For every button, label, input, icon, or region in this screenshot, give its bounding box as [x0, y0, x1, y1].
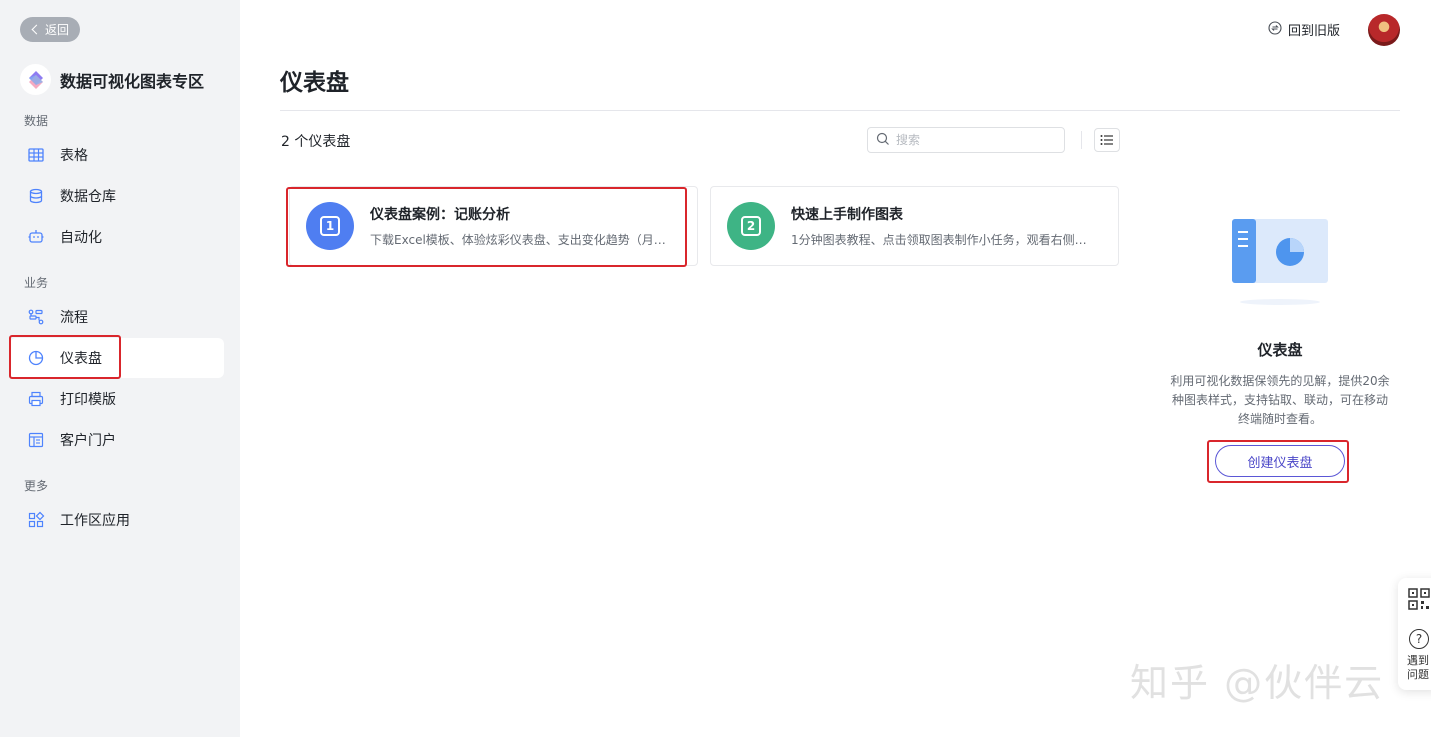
card-title: 仪表盘案例：记账分析	[370, 207, 510, 223]
create-dashboard-button[interactable]: 创建仪表盘	[1215, 445, 1345, 477]
app-logo-icon	[20, 64, 51, 95]
dashboard-icon	[26, 348, 46, 368]
card-number-badge: 1	[306, 202, 354, 250]
sidebar-item-label: 自动化	[60, 230, 102, 246]
search-box[interactable]	[867, 127, 1065, 153]
list-icon	[1100, 131, 1114, 150]
card-number: 2	[741, 216, 761, 236]
back-button[interactable]: 返回	[20, 17, 80, 42]
back-label: 返回	[44, 23, 69, 37]
card-number-badge: 2	[727, 202, 775, 250]
app-header: 数据可视化图表专区	[20, 64, 204, 95]
toolbar-separator	[1081, 131, 1082, 149]
printer-icon	[26, 389, 46, 409]
sidebar-item-label: 工作区应用	[60, 513, 130, 529]
dashboard-card[interactable]: 2 快速上手制作图表 1分钟图表教程、点击领取图表制作小任务，观看右侧教...	[710, 186, 1119, 266]
sidebar-item-label: 数据仓库	[60, 189, 116, 205]
sidebar-item-label: 仪表盘	[60, 351, 102, 367]
sidebar-item-print-template[interactable]: 打印模版	[10, 379, 224, 419]
sidebar-item-label: 客户门户	[60, 433, 116, 449]
section-label-data: 数据	[24, 114, 49, 128]
help-icon[interactable]: ?	[1409, 629, 1429, 649]
dashboard-card[interactable]: 1 仪表盘案例：记账分析 下载Excel模板、体验炫彩仪表盘、支出变化趋势（月）…	[289, 186, 698, 266]
app-title: 数据可视化图表专区	[60, 71, 205, 91]
user-avatar[interactable]	[1368, 14, 1400, 46]
workflow-icon	[26, 307, 46, 327]
sidebar-item-table[interactable]: 表格	[10, 135, 224, 175]
apps-grid-icon	[26, 510, 46, 530]
search-input[interactable]	[896, 133, 1056, 147]
table-icon	[26, 145, 46, 165]
watermark: 知乎 @伙伴云	[1130, 661, 1385, 705]
floating-help-bar: ? 遇到问题	[1398, 578, 1431, 690]
section-label-business: 业务	[24, 276, 49, 290]
chevron-left-icon	[31, 24, 42, 35]
page-title: 仪表盘	[280, 70, 349, 96]
section-label-more: 更多	[24, 479, 49, 493]
database-icon	[26, 186, 46, 206]
card-desc: 1分钟图表教程、点击领取图表制作小任务，观看右侧教...	[791, 233, 1096, 247]
qr-code-icon[interactable]	[1408, 588, 1430, 610]
back-to-old-version-link[interactable]: 回到旧版	[1268, 20, 1340, 39]
sidebar-item-customer-portal[interactable]: 客户门户	[10, 420, 224, 460]
portal-icon	[26, 430, 46, 450]
panel-description: 利用可视化数据保领先的见解，提供20余种图表样式，支持钻取、联动，可在移动终端随…	[1170, 374, 1390, 426]
dashboard-illustration-icon	[1228, 216, 1332, 306]
sidebar: 返回 数据可视化图表专区 数据 表格 数据仓库 自动化 业务 流程 仪表盘 打印…	[0, 0, 240, 737]
list-view-button[interactable]	[1094, 128, 1120, 152]
robot-icon	[26, 227, 46, 247]
sidebar-item-dashboard[interactable]: 仪表盘	[10, 338, 224, 378]
card-title: 快速上手制作图表	[791, 207, 903, 223]
sidebar-item-workflow[interactable]: 流程	[10, 297, 224, 337]
help-label[interactable]: 遇到问题	[1407, 654, 1431, 682]
panel-title: 仪表盘	[1257, 341, 1303, 359]
sidebar-item-label: 表格	[60, 148, 88, 164]
card-desc: 下载Excel模板、体验炫彩仪表盘、支出变化趋势（月）...	[370, 233, 675, 247]
sidebar-item-warehouse[interactable]: 数据仓库	[10, 176, 224, 216]
switch-icon	[1268, 20, 1282, 39]
sidebar-item-label: 打印模版	[60, 392, 116, 408]
sidebar-item-automation[interactable]: 自动化	[10, 217, 224, 257]
divider	[280, 110, 1400, 111]
card-number: 1	[320, 216, 340, 236]
back-to-old-version-label: 回到旧版	[1288, 24, 1341, 39]
sidebar-item-workspace-apps[interactable]: 工作区应用	[10, 500, 224, 540]
dashboard-count: 2 个仪表盘	[281, 134, 351, 150]
search-icon	[876, 131, 890, 150]
sidebar-item-label: 流程	[60, 310, 88, 326]
